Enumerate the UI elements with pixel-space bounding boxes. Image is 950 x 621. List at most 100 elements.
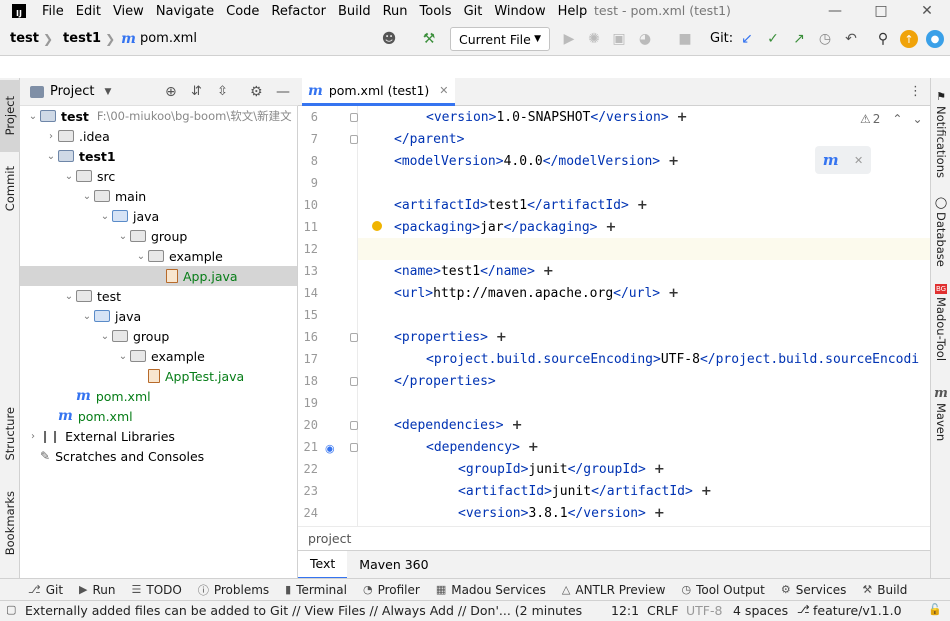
code-line[interactable]: <project.build.sourceEncoding> UTF-8 </pro… [358, 348, 930, 370]
run-icon[interactable]: ▶ [560, 30, 578, 48]
add-dependency-icon[interactable]: + [606, 220, 617, 235]
chevron-down-icon[interactable]: ⌄ [116, 231, 130, 242]
tool-window-todo[interactable]: ☰ TODO [124, 583, 190, 597]
chevron-down-icon[interactable]: ⌄ [134, 251, 148, 262]
add-dependency-icon[interactable]: + [512, 418, 523, 433]
collapse-all-icon[interactable]: ⇳ [217, 84, 228, 99]
tree-item[interactable]: ⌄ test [20, 286, 297, 306]
chevron-down-icon[interactable]: ⌄ [116, 351, 130, 362]
build-hammer-icon[interactable]: ⚒ [420, 30, 438, 48]
code-line[interactable]: <groupId> junit </groupId> + [358, 458, 930, 480]
chevron-down-icon[interactable]: ⌄ [98, 211, 112, 222]
tab-notifications[interactable]: ⚑ Notifications [931, 90, 950, 178]
tool-window-run[interactable]: ▶ Run [71, 583, 123, 597]
tab-madou-tool[interactable]: BG Madou-Tool [931, 284, 950, 361]
menu-refactor[interactable]: Refactor [265, 4, 332, 19]
inspection-widget[interactable]: ⚠ 2 ⌃ ⌄ [860, 112, 923, 126]
hide-panel-icon[interactable]: — [276, 84, 290, 100]
add-dependency-icon[interactable]: + [668, 154, 679, 169]
status-message[interactable]: Externally added files can be added to G… [25, 603, 585, 618]
profile-icon[interactable]: ◕ [636, 30, 654, 48]
add-dependency-icon[interactable]: + [654, 462, 665, 477]
code-line[interactable]: <version> 3.8.1 </version> + [358, 502, 930, 524]
plugin-icon[interactable]: ● [926, 30, 944, 48]
git-branch[interactable]: feature/v1.1.0 [813, 603, 902, 618]
tab-maven-360[interactable]: Maven 360 [347, 551, 440, 579]
tree-item[interactable]: ⌄ group [20, 326, 297, 346]
code-line[interactable]: <artifactId> junit </artifactId> + [358, 480, 930, 502]
code-line[interactable]: <properties> + [358, 326, 930, 348]
override-gutter-icon[interactable]: ◉ [325, 442, 335, 455]
add-dependency-icon[interactable]: + [654, 506, 665, 521]
search-icon[interactable]: ⚲ [874, 30, 892, 48]
add-dependency-icon[interactable]: + [637, 198, 648, 213]
menu-view[interactable]: View [107, 4, 150, 19]
tree-item[interactable]: ⌄ test1 [20, 146, 297, 166]
chevron-down-icon[interactable]: ⌄ [26, 111, 40, 122]
code-line[interactable]: <version> 1.0-SNAPSHOT </version> + [358, 106, 930, 128]
code-line[interactable]: <packaging> jar </packaging> + [358, 216, 930, 238]
tree-item[interactable]: ⌄ main [20, 186, 297, 206]
chevron-down-icon[interactable]: ⌄ [62, 291, 76, 302]
menu-code[interactable]: Code [220, 4, 265, 19]
tree-item[interactable]: ⌄ group [20, 226, 297, 246]
fold-marker-icon[interactable] [350, 113, 358, 122]
fold-marker-icon[interactable] [350, 377, 358, 386]
code-line[interactable]: <dependency> + [358, 436, 930, 458]
tree-item[interactable]: ✎ Scratches and Consoles [20, 446, 297, 466]
locate-icon[interactable]: ⊕ [165, 84, 177, 100]
chevron-down-icon[interactable]: ⌄ [44, 151, 58, 162]
close-tab-icon[interactable]: ✕ [439, 84, 448, 97]
code-line[interactable] [358, 304, 930, 326]
toggle-panels-icon[interactable]: ▢ [6, 603, 16, 616]
tab-pom-xml[interactable]: m pom.xml (test1) ✕ [302, 78, 455, 106]
tab-database[interactable]: ◯ Database [931, 196, 950, 267]
tool-window-antlr-preview[interactable]: △ ANTLR Preview [554, 583, 674, 597]
menu-build[interactable]: Build [332, 4, 377, 19]
breadcrumb-module[interactable]: test1 [53, 31, 101, 46]
menu-navigate[interactable]: Navigate [150, 4, 220, 19]
code-line[interactable]: <name> test1 </name> + [358, 260, 930, 282]
chevron-right-icon[interactable]: › [44, 131, 58, 142]
close-window-icon[interactable]: ✕ [904, 0, 950, 22]
lock-icon[interactable]: 🔓 [928, 603, 942, 616]
tree-item[interactable]: ⌄ example [20, 246, 297, 266]
add-dependency-icon[interactable]: + [668, 286, 679, 301]
code-line[interactable]: <artifactId> test1 </artifactId> + [358, 194, 930, 216]
tool-window-tool-output[interactable]: ◷ Tool Output [673, 583, 772, 597]
fold-marker-icon[interactable] [350, 135, 358, 144]
app-logo-icon[interactable]: IJ [12, 4, 26, 18]
chevron-down-icon[interactable]: ⌄ [62, 171, 76, 182]
tool-window-profiler[interactable]: ◔ Profiler [355, 583, 428, 597]
chevron-up-icon[interactable]: ⌃ [892, 112, 902, 126]
code-line[interactable] [358, 392, 930, 414]
code-line[interactable]: <url> http://maven.apache.org </url> + [358, 282, 930, 304]
menu-run[interactable]: Run [377, 4, 414, 19]
indent-setting[interactable]: 4 spaces [733, 603, 788, 618]
gear-icon[interactable]: ⚙ [250, 84, 263, 100]
menu-edit[interactable]: Edit [70, 4, 107, 19]
tab-maven[interactable]: m Maven [931, 386, 950, 441]
chevron-down-icon[interactable]: ⌄ [98, 331, 112, 342]
tree-item[interactable]: m pom.xml [20, 406, 297, 426]
tab-project[interactable]: Project [0, 80, 20, 152]
menu-window[interactable]: Window [488, 4, 551, 19]
menu-file[interactable]: File [36, 4, 70, 19]
tool-window-madou-services[interactable]: ▦ Madou Services [428, 583, 554, 597]
project-view-select[interactable]: Project [50, 84, 94, 99]
debug-icon[interactable]: ✺ [585, 30, 603, 48]
line-separator[interactable]: CRLF [647, 603, 679, 618]
history-icon[interactable]: ◷ [816, 30, 834, 48]
add-dependency-icon[interactable]: + [677, 110, 688, 125]
menu-help[interactable]: Help [552, 4, 594, 19]
tool-window-problems[interactable]: ⓘ Problems [190, 582, 277, 598]
expand-all-icon[interactable]: ⇵ [191, 84, 202, 99]
tool-window-services[interactable]: ⚙ Services [773, 583, 854, 597]
tree-item[interactable]: › .idea [20, 126, 297, 146]
add-dependency-icon[interactable]: + [496, 330, 507, 345]
code-line[interactable]: <dependencies> + [358, 414, 930, 436]
more-tabs-icon[interactable]: ⋮ [909, 84, 922, 99]
chevron-down-icon[interactable]: ⌄ [80, 191, 94, 202]
minimize-icon[interactable]: — [812, 0, 858, 22]
tree-item[interactable]: App.java [20, 266, 297, 286]
